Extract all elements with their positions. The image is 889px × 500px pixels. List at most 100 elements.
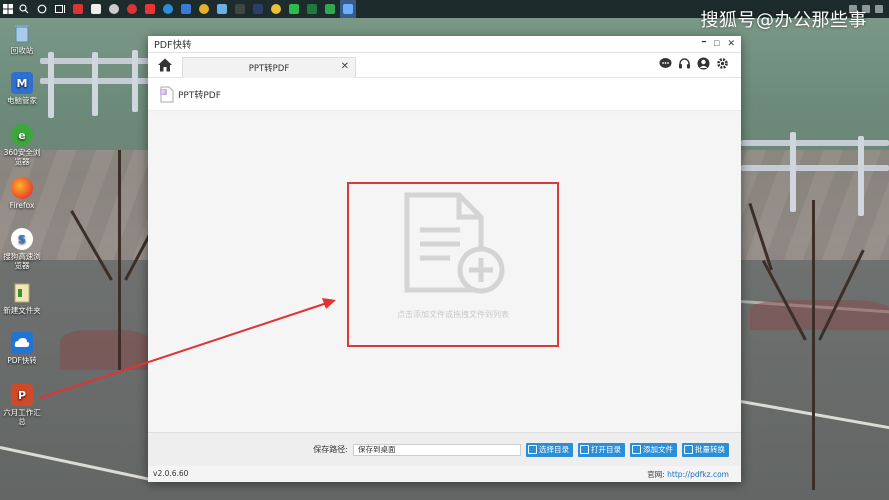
desktop-icon-new-folder[interactable]: 新建文件夹	[0, 282, 44, 315]
pdf-convert-window: PDF快转 ━ □ ✕ PPT转PDF ✕ P PPT转PDF 点击添加文件或拖…	[148, 36, 741, 482]
taskbar-file-icon[interactable]	[88, 0, 104, 18]
taskbar-excel-icon[interactable]	[304, 0, 320, 18]
taskbar-chrome-icon[interactable]	[196, 0, 212, 18]
taskbar-pdf-convert-icon[interactable]	[340, 0, 356, 18]
desktop-icon-label: 六月工作汇总	[3, 408, 41, 426]
settings-gear-icon[interactable]	[716, 57, 729, 70]
desktop-icon-firefox[interactable]: Firefox	[0, 177, 44, 210]
add-file-button[interactable]: 添加文件	[630, 442, 677, 457]
window-titlebar: PDF快转	[148, 36, 741, 53]
taskbar-cortana-icon[interactable]	[34, 0, 50, 18]
maximize-button[interactable]: □	[714, 38, 719, 49]
save-icon	[528, 445, 537, 454]
add-document-icon[interactable]	[404, 192, 508, 296]
taskbar-app-icon[interactable]	[232, 0, 248, 18]
file-drop-zone[interactable]: 点击添加文件或拖拽文件到列表	[148, 114, 741, 432]
ppt-document-icon: P	[160, 86, 174, 102]
taskbar-app-icon[interactable]	[124, 0, 140, 18]
wallpaper-tree	[812, 200, 815, 490]
wallpaper-railing-post	[48, 52, 54, 118]
taskbar-app-icon[interactable]	[322, 0, 338, 18]
drop-hint-text: 点击添加文件或拖拽文件到列表	[397, 310, 509, 319]
pc-manager-icon: M	[11, 72, 33, 94]
start-button[interactable]	[0, 0, 16, 18]
add-file-label: 添加文件	[643, 445, 673, 454]
desktop-icon-label: Firefox	[9, 201, 35, 210]
taskbar-app-icon[interactable]	[142, 0, 158, 18]
desktop-icon-recycle-bin[interactable]: 回收站	[0, 22, 44, 55]
sogou-browser-icon: S	[11, 228, 33, 250]
tab-bar: PPT转PDF ✕	[148, 53, 741, 78]
headset-icon[interactable]	[678, 57, 691, 70]
desktop-icon-pdf-convert[interactable]: PDF快转	[0, 332, 44, 365]
taskbar-app-icon[interactable]	[250, 0, 266, 18]
minimize-button[interactable]: ━	[702, 38, 706, 49]
footer-bar: 保存路径: 选择目录 打开目录 添加文件 批量转换	[148, 432, 741, 466]
wallpaper-railing-post	[92, 52, 98, 116]
taskbar-app-icon[interactable]	[178, 0, 194, 18]
taskbar-app-icon[interactable]	[106, 0, 122, 18]
taskbar-search-icon[interactable]	[16, 0, 32, 18]
desktop-icon-360-browser[interactable]: e 360安全浏览器	[0, 124, 44, 166]
convert-icon	[684, 445, 693, 454]
website-label: 官网:	[647, 470, 665, 479]
desktop-icon-pc-manager[interactable]: M 电脑管家	[0, 72, 44, 105]
wallpaper-shrub	[60, 330, 150, 370]
website-link[interactable]: http://pdfkz.com	[667, 470, 729, 479]
batch-convert-button[interactable]: 批量转换	[682, 442, 729, 457]
wallpaper-railing-post	[790, 132, 796, 212]
ppt-file-icon: P	[11, 384, 33, 406]
toolbar-icons	[659, 57, 729, 70]
wallpaper-railing-post	[858, 136, 864, 216]
home-icon[interactable]	[157, 57, 173, 73]
tab-label: PPT转PDF	[248, 64, 290, 74]
status-bar: v2.0.6.60 官网: http://pdfkz.com	[148, 466, 741, 482]
desktop-icon-label: 回收站	[10, 46, 34, 55]
wallpaper-tree	[118, 150, 121, 370]
folder-open-icon	[580, 445, 589, 454]
pdf-convert-icon	[11, 332, 33, 354]
open-directory-label: 打开目录	[591, 445, 621, 454]
window-title: PDF快转	[154, 40, 192, 51]
save-path-input[interactable]	[353, 443, 521, 456]
section-title: PPT转PDF	[178, 90, 221, 101]
taskbar-app-icon[interactable]	[268, 0, 284, 18]
tab-ppt-to-pdf[interactable]: PPT转PDF ✕	[182, 57, 356, 78]
desktop-icon-label: 搜狗高速浏览器	[3, 252, 41, 270]
plus-icon	[632, 445, 641, 454]
batch-convert-label: 批量转换	[695, 445, 725, 454]
wallpaper-railing-post	[132, 50, 138, 112]
tab-close-icon[interactable]: ✕	[341, 61, 349, 72]
open-directory-button[interactable]: 打开目录	[578, 442, 625, 457]
desktop-icon-label: 新建文件夹	[3, 306, 41, 315]
save-path-label: 保存路径:	[313, 445, 348, 454]
user-icon[interactable]	[697, 57, 710, 70]
tray-icon[interactable]	[875, 5, 883, 13]
wallpaper-shrub	[750, 300, 889, 330]
version-text: v2.0.6.60	[153, 469, 189, 478]
taskbar-app-icon[interactable]	[70, 0, 86, 18]
choose-directory-label: 选择目录	[539, 445, 569, 454]
section-header: P PPT转PDF	[148, 78, 741, 111]
chat-icon[interactable]	[659, 57, 672, 70]
watermark: 搜狐号@办公那些事	[700, 10, 867, 31]
taskbar-task-view-icon[interactable]	[52, 0, 68, 18]
website-info: 官网: http://pdfkz.com	[647, 469, 729, 480]
taskbar-edge-icon[interactable]	[160, 0, 176, 18]
recycle-bin-icon	[11, 22, 33, 44]
close-button[interactable]: ✕	[727, 38, 735, 49]
desktop-icon-sogou-browser[interactable]: S 搜狗高速浏览器	[0, 228, 44, 270]
windows-icon	[3, 4, 13, 14]
drop-zone-highlight: 点击添加文件或拖拽文件到列表	[347, 182, 559, 347]
wallpaper-railing	[741, 140, 889, 146]
folder-icon	[11, 282, 33, 304]
desktop-icon-label: PDF快转	[7, 356, 37, 365]
firefox-icon	[11, 177, 33, 199]
desktop-icon-ppt-file[interactable]: P 六月工作汇总	[0, 384, 44, 426]
taskbar-app-icon[interactable]	[214, 0, 230, 18]
desktop-icon-label: 电脑管家	[7, 96, 37, 105]
choose-directory-button[interactable]: 选择目录	[526, 442, 573, 457]
taskbar-wechat-icon[interactable]	[286, 0, 302, 18]
desktop-icon-label: 360安全浏览器	[3, 148, 41, 166]
wallpaper-railing	[741, 165, 889, 171]
